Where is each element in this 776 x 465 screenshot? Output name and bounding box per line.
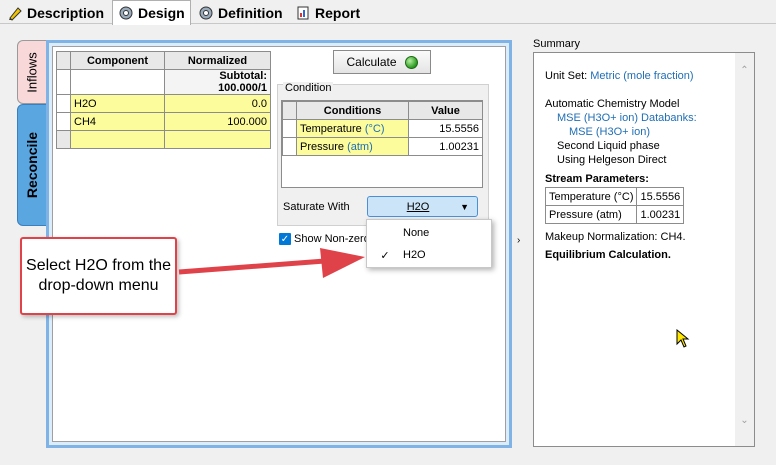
condition-unit: (atm)	[347, 140, 373, 153]
report-icon	[295, 5, 311, 21]
model-title: Automatic Chemistry Model	[545, 98, 680, 110]
saturate-with-select[interactable]: H2O ▼	[367, 196, 478, 217]
tab-definition[interactable]: Definition	[193, 2, 288, 24]
condition-unit: (°C)	[364, 122, 385, 135]
table-row[interactable]: H2O 0.0	[56, 94, 271, 113]
param-value: 15.5556	[636, 187, 685, 206]
option-label: None	[403, 227, 430, 239]
unit-set-value[interactable]: Metric (mole fraction)	[590, 70, 693, 82]
side-tab-label: Reconcile	[24, 131, 41, 199]
side-tab-inflows[interactable]: Inflows	[17, 40, 47, 104]
stream-params-table: Temperature (°C) 15.5556 Pressure (atm) …	[544, 187, 685, 224]
component-cell[interactable]: H2O	[70, 94, 165, 113]
conditions-grid[interactable]: Conditions Value Temperature (°C) 15.555…	[281, 100, 483, 188]
param-name: Temperature (°C)	[544, 187, 638, 206]
databank-item[interactable]: MSE (H3O+ ion)	[569, 126, 650, 138]
stream-params-title: Stream Parameters:	[545, 173, 649, 185]
table-row[interactable]	[56, 130, 271, 149]
scroll-up-icon[interactable]: ⌃	[735, 65, 754, 76]
panel-splitter[interactable]: ›	[516, 30, 526, 460]
subtotal-cell: Subtotal: 100.000/1	[164, 69, 271, 95]
status-light-icon	[404, 55, 418, 69]
condition-group-label: Condition	[283, 82, 334, 94]
equilibrium-text: Equilibrium Calculation.	[545, 249, 671, 261]
option-label: H2O	[403, 249, 426, 261]
gear-icon	[198, 5, 214, 21]
value-cell[interactable]	[164, 130, 271, 149]
side-tab-label: Inflows	[24, 51, 40, 93]
table-row: Temperature (°C) 15.5556	[544, 187, 685, 206]
component-grid[interactable]: Component Normalized Subtotal: 100.000/1…	[56, 51, 271, 149]
value-cell[interactable]: 100.000	[164, 112, 271, 131]
summary-title: Summary	[533, 38, 581, 50]
table-row[interactable]: Pressure (atm) 1.00231	[282, 137, 483, 156]
tab-description[interactable]: Description	[2, 2, 109, 24]
row-header	[282, 137, 297, 156]
callout-text: Select H2O from the drop-down menu	[26, 257, 171, 294]
databanks-link[interactable]: MSE (H3O+ ion) Databanks:	[557, 112, 697, 124]
mouse-cursor-icon	[676, 329, 690, 348]
column-header-value: Value	[408, 101, 483, 120]
saturate-with-label: Saturate With	[283, 201, 350, 213]
saturate-selected-value: H2O	[406, 200, 430, 213]
tab-label: Design	[138, 5, 185, 21]
table-row[interactable]: Temperature (°C) 15.5556	[282, 119, 483, 138]
chevron-right-icon: ›	[517, 235, 521, 246]
component-cell[interactable]: CH4	[70, 112, 165, 131]
summary-scrollbar[interactable]: ⌃ ⌄	[735, 53, 754, 446]
helgeson-text: Using Helgeson Direct	[557, 154, 667, 166]
scroll-down-icon[interactable]: ⌄	[735, 415, 754, 426]
value-cell[interactable]: 0.0	[164, 94, 271, 113]
grid-corner	[56, 51, 71, 70]
condition-name-cell: Temperature (°C)	[296, 119, 409, 138]
param-value: 1.00231	[636, 205, 685, 224]
makeup-normalization-text: Makeup Normalization: CH4.	[545, 231, 686, 243]
tab-label: Description	[27, 5, 105, 21]
instruction-callout: Select H2O from the drop-down menu	[20, 237, 177, 315]
callout-arrow-icon	[178, 248, 365, 278]
calculate-button[interactable]: Calculate	[333, 50, 431, 74]
unit-set-line: Unit Set: Metric (mole fraction)	[545, 70, 694, 82]
dropdown-option-none[interactable]: None	[367, 222, 491, 244]
column-header-component: Component	[70, 51, 165, 70]
second-liquid-text: Second Liquid phase	[557, 140, 660, 152]
tab-design[interactable]: Design	[112, 0, 191, 25]
dropdown-option-h2o[interactable]: ✓ H2O	[367, 244, 491, 266]
gear-icon	[118, 5, 134, 21]
table-row: Pressure (atm) 1.00231	[544, 205, 685, 224]
calculate-label: Calculate	[346, 55, 397, 69]
condition-value-cell[interactable]: 1.00231	[408, 137, 483, 156]
column-header-conditions: Conditions	[296, 101, 409, 120]
condition-value-cell[interactable]: 15.5556	[408, 119, 483, 138]
row-header	[56, 69, 71, 95]
row-header	[56, 112, 71, 131]
chevron-down-icon: ▼	[460, 201, 469, 212]
row-header	[282, 119, 297, 138]
condition-name: Temperature	[300, 122, 362, 135]
subtotal-blank	[70, 69, 165, 95]
saturate-dropdown-list: None ✓ H2O	[366, 219, 492, 268]
side-tab-reconcile[interactable]: Reconcile	[17, 104, 47, 226]
param-name: Pressure (atm)	[544, 205, 638, 224]
tab-label: Report	[315, 5, 361, 21]
tab-label: Definition	[218, 5, 283, 21]
component-cell[interactable]	[70, 130, 165, 149]
condition-name-cell: Pressure (atm)	[296, 137, 409, 156]
pencil-icon	[7, 5, 23, 21]
row-header	[56, 130, 71, 149]
table-row[interactable]: CH4 100.000	[56, 112, 271, 131]
condition-name: Pressure	[300, 140, 345, 153]
column-header-normalized: Normalized	[164, 51, 271, 70]
row-header	[56, 94, 71, 113]
grid-corner	[282, 101, 297, 120]
tab-report[interactable]: Report	[290, 2, 365, 24]
unit-set-label: Unit Set:	[545, 70, 588, 82]
